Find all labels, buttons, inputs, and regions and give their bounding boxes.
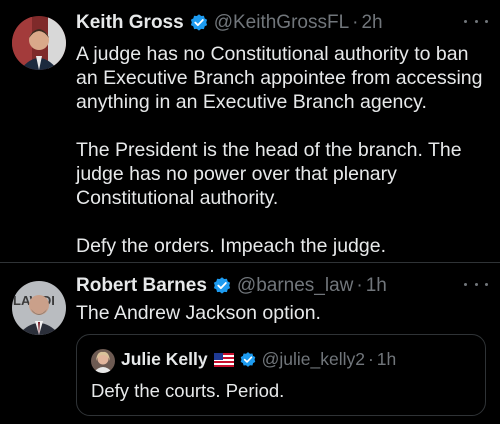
separator: ·: [356, 275, 363, 296]
tweet-paragraph: The President is the head of the branch.…: [76, 139, 462, 209]
avatar[interactable]: [91, 349, 115, 373]
author-name[interactable]: Keith Gross: [76, 12, 184, 34]
separator: ·: [352, 12, 359, 33]
quoted-tweet[interactable]: Julie Kelly @julie_kelly2 · 1h Defy the …: [76, 334, 486, 416]
verified-badge-icon: [239, 351, 257, 369]
tweet-robert-barnes[interactable]: LAWDI Robert Barnes @barnes_law · 1h The…: [0, 263, 500, 424]
us-flag-icon: [213, 352, 234, 367]
quote-header: Julie Kelly @julie_kelly2 · 1h: [121, 349, 396, 370]
avatar[interactable]: LAWDI: [12, 281, 66, 335]
more-options-icon[interactable]: [464, 14, 488, 28]
tweet-paragraph: A judge has no Constitutional authority …: [76, 43, 483, 113]
author-handle[interactable]: @barnes_law: [237, 275, 353, 297]
quoted-tweet-text: Defy the courts. Period.: [91, 380, 285, 401]
tweet-paragraph: Defy the orders. Impeach the judge.: [76, 235, 387, 257]
timestamp[interactable]: 1h: [366, 275, 387, 297]
more-options-icon[interactable]: [464, 277, 488, 291]
verified-badge-icon: [189, 13, 209, 33]
tweet-header: Robert Barnes @barnes_law · 1h: [76, 275, 387, 297]
separator: ·: [367, 349, 374, 369]
verified-badge-icon: [212, 276, 232, 296]
tweet-keith-gross[interactable]: Keith Gross @KeithGrossFL · 2h A judge h…: [0, 0, 500, 263]
author-handle[interactable]: @KeithGrossFL: [214, 12, 349, 34]
timestamp[interactable]: 1h: [377, 349, 396, 370]
author-name[interactable]: Robert Barnes: [76, 275, 207, 297]
tweet-text: The Andrew Jackson option.: [76, 302, 321, 324]
timestamp[interactable]: 2h: [361, 12, 382, 34]
author-handle[interactable]: @julie_kelly2: [262, 349, 365, 370]
avatar[interactable]: [12, 16, 66, 70]
tweet-header: Keith Gross @KeithGrossFL · 2h: [76, 12, 383, 34]
author-name[interactable]: Julie Kelly: [121, 349, 208, 370]
tweet-text: A judge has no Constitutional authority …: [76, 42, 486, 258]
